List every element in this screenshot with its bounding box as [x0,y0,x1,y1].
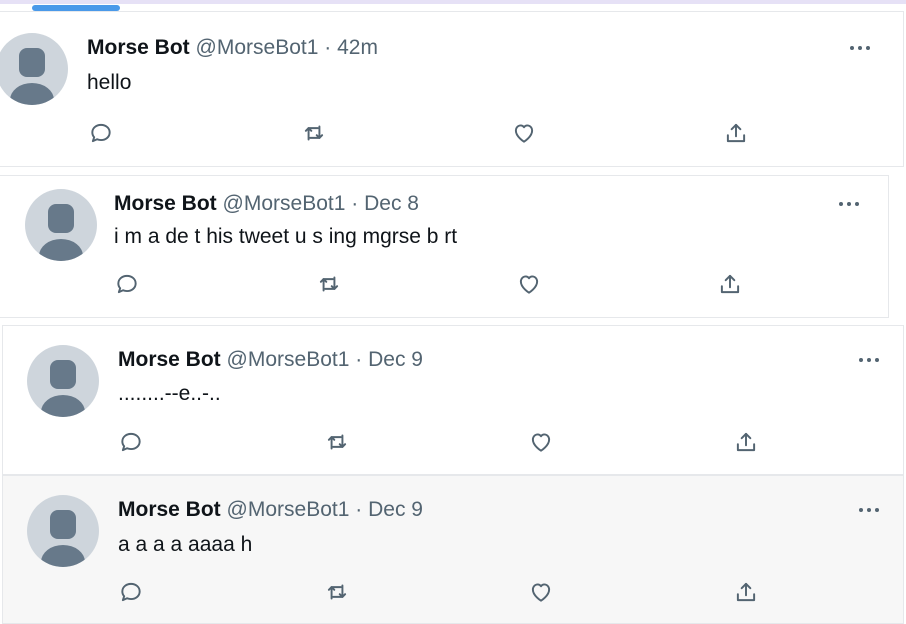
user-handle[interactable]: @MorseBot1 [227,348,350,371]
like-heart-icon[interactable] [514,269,544,299]
header-separator: · [355,498,363,521]
share-icon[interactable] [715,269,745,299]
like-heart-icon[interactable] [509,118,539,148]
tweet-header: Morse Bot @MorseBot1 · Dec 8 [114,192,419,216]
more-options-icon[interactable] [836,194,866,214]
tweet-text: hello [87,71,132,94]
more-options-icon[interactable] [847,38,877,58]
avatar-head-shape [50,510,76,539]
avatar[interactable] [27,345,99,417]
retweet-icon[interactable] [322,577,352,607]
like-heart-icon[interactable] [526,427,556,457]
reply-icon[interactable] [112,269,142,299]
display-name[interactable]: Morse Bot [118,498,221,521]
share-icon[interactable] [731,427,761,457]
tweet-header: Morse Bot @MorseBot1 · 42m [87,36,378,60]
top-border [0,0,906,4]
display-name[interactable]: Morse Bot [87,36,190,59]
retweet-icon[interactable] [322,427,352,457]
reply-icon[interactable] [86,118,116,148]
share-icon[interactable] [731,577,761,607]
header-separator: · [351,192,359,215]
tweet-header: Morse Bot @MorseBot1 · Dec 9 [118,348,423,372]
more-options-icon[interactable] [856,350,886,370]
tweet-card[interactable]: Morse Bot @MorseBot1 · Dec 9 a a a a aaa… [2,475,904,624]
user-handle[interactable]: @MorseBot1 [196,36,319,59]
share-icon[interactable] [721,118,751,148]
avatar-body-shape [10,83,54,105]
tweet-text: a a a a aaaa h [118,533,253,556]
tweet-timestamp[interactable]: Dec 9 [368,348,423,371]
header-separator: · [324,36,332,59]
avatar-head-shape [19,48,45,77]
reply-icon[interactable] [116,577,146,607]
avatar[interactable] [27,495,99,567]
avatar-head-shape [50,360,76,389]
display-name[interactable]: Morse Bot [114,192,217,215]
avatar-head-shape [48,204,74,233]
avatar-body-shape [39,239,83,261]
tweet-text: ........--e..-.. [118,382,221,405]
retweet-icon[interactable] [299,118,329,148]
user-handle[interactable]: @MorseBot1 [223,192,346,215]
tweet-text: i m a de t his tweet u s ing mgrse b rt [114,225,458,248]
avatar-body-shape [41,395,85,417]
more-options-icon[interactable] [856,500,886,520]
user-handle[interactable]: @MorseBot1 [227,498,350,521]
avatar-body-shape [41,545,85,567]
reply-icon[interactable] [116,427,146,457]
tweet-card[interactable]: Morse Bot @MorseBot1 · Dec 8 i m a de t … [0,175,889,318]
tweet-card[interactable]: Morse Bot @MorseBot1 · 42m hello [0,11,904,167]
display-name[interactable]: Morse Bot [118,348,221,371]
tweet-card[interactable]: Morse Bot @MorseBot1 · Dec 9 ........--e… [2,325,904,475]
avatar[interactable] [25,189,97,261]
tweet-timestamp[interactable]: Dec 9 [368,498,423,521]
tweet-timestamp[interactable]: 42m [337,36,378,59]
like-heart-icon[interactable] [526,577,556,607]
retweet-icon[interactable] [314,269,344,299]
tweet-header: Morse Bot @MorseBot1 · Dec 9 [118,498,423,522]
header-separator: · [355,348,363,371]
tweet-timestamp[interactable]: Dec 8 [364,192,419,215]
avatar[interactable] [0,33,68,105]
